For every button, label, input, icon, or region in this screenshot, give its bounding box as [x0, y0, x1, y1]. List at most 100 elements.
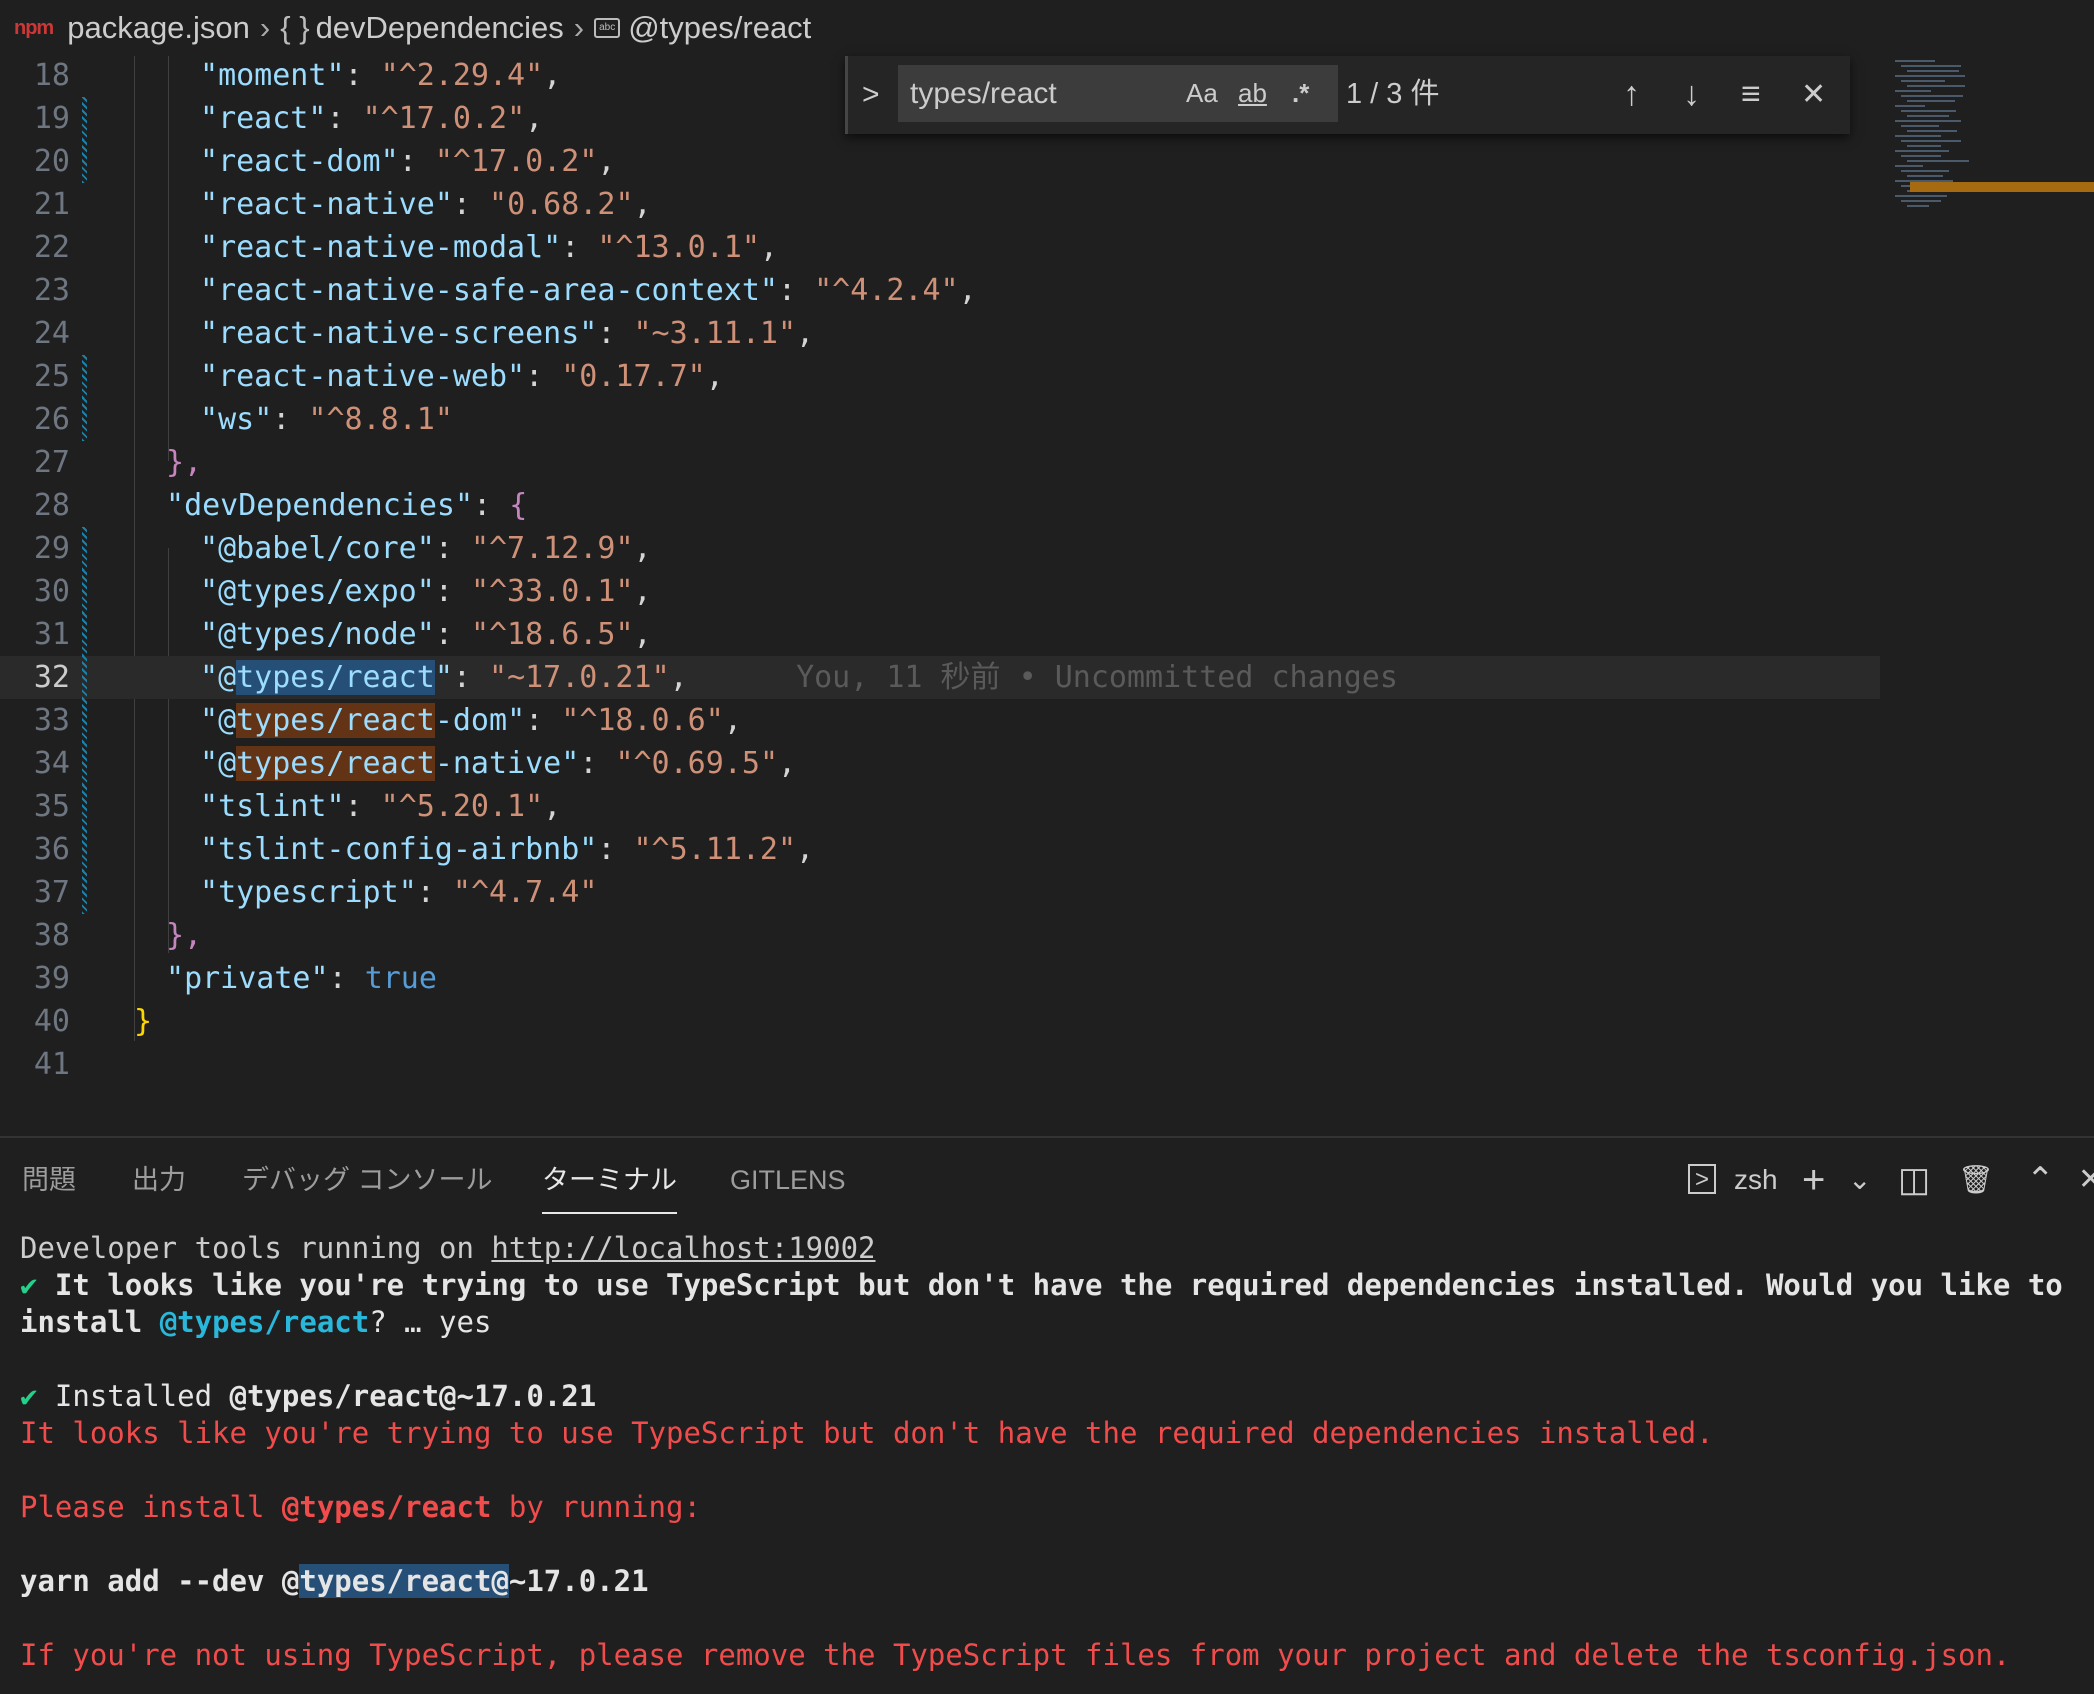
terminal-find-match: types/react@: [299, 1564, 509, 1598]
code-line[interactable]: 33 "@types/react-dom": "^18.0.6",: [0, 699, 1880, 742]
tab-gitlens[interactable]: GITLENS: [730, 1160, 846, 1200]
punctuation: ": [200, 660, 219, 695]
git-change-marker: [82, 871, 87, 914]
find-input[interactable]: types/react Aa ab .*: [898, 65, 1338, 122]
minimap-line: [1901, 95, 1963, 97]
punctuation: ,: [958, 273, 977, 308]
split-terminal-icon[interactable]: ◫: [1898, 1160, 1930, 1200]
code-line[interactable]: 34 "@types/react-native": "^0.69.5",: [0, 742, 1880, 785]
line-number: 39: [33, 961, 70, 996]
terminal-line: ✔ It looks like you're trying to use Typ…: [20, 1267, 2063, 1304]
punctuation: ": [200, 617, 219, 652]
code-line[interactable]: 21 "react-native": "0.68.2",: [0, 183, 1880, 226]
breadcrumb-section[interactable]: devDependencies: [316, 10, 564, 46]
panel-tabs: 問題 出力 デバッグ コンソール ターミナル GITLENS > zsh + ⌄…: [0, 1138, 2094, 1222]
punctuation: :: [525, 703, 562, 738]
code-line[interactable]: 23 "react-native-safe-area-context": "^4.…: [0, 269, 1880, 312]
json-string: ~17.0.21: [507, 660, 652, 695]
git-change-marker: [82, 527, 87, 570]
code-line[interactable]: 40}: [0, 1000, 1880, 1043]
terminal-text: Developer tools running on: [20, 1231, 492, 1265]
line-number: 27: [33, 445, 70, 480]
minimap-line: [1907, 100, 1955, 102]
punctuation: ": [380, 58, 399, 93]
code-line[interactable]: 30 "@types/expo": "^33.0.1",: [0, 570, 1880, 613]
code-line[interactable]: 26 "ws": "^8.8.1": [0, 398, 1880, 441]
punctuation: ": [434, 144, 453, 179]
code-line[interactable]: 22 "react-native-modal": "^13.0.1",: [0, 226, 1880, 269]
json-key: private: [184, 961, 311, 996]
code-editor[interactable]: 18 "moment": "^2.29.4", 19 "react": "^17.0.…: [0, 56, 2094, 1136]
tab-debug-console[interactable]: デバッグ コンソール: [242, 1160, 493, 1200]
close-icon[interactable]: ✕: [1801, 66, 1826, 123]
find-match: types/react: [236, 703, 435, 738]
minimap-line: [1895, 165, 1923, 167]
punctuation: ": [416, 531, 435, 566]
tab-terminal[interactable]: ターミナル: [542, 1160, 677, 1214]
code-line[interactable]: 28 "devDependencies": {: [0, 484, 1880, 527]
whole-word-icon[interactable]: ab: [1238, 65, 1267, 122]
punctuation: ": [507, 359, 526, 394]
match-case-icon[interactable]: Aa: [1186, 65, 1218, 122]
line-code: "react-native-web": "0.17.7",: [200, 355, 724, 398]
code-line[interactable]: 41: [0, 1043, 1880, 1086]
code-line[interactable]: 25 "react-native-web": "0.17.7",: [0, 355, 1880, 398]
json-key: @: [218, 660, 237, 695]
find-widget: > types/react Aa ab .* 1 / 3 件 ↑ ↓ ≡ ✕: [845, 56, 1850, 134]
punctuation: ,: [543, 789, 562, 824]
code-line[interactable]: 20 "react-dom": "^17.0.2",: [0, 140, 1880, 183]
arrow-down-icon[interactable]: ↓: [1683, 66, 1700, 123]
line-number: 40: [33, 1004, 70, 1039]
punctuation: :: [452, 660, 489, 695]
breadcrumb-leaf[interactable]: @types/react: [628, 10, 811, 46]
toggle-replace-icon[interactable]: >: [862, 66, 880, 123]
terminal-text: ? … yes: [369, 1305, 492, 1339]
minimap[interactable]: [1885, 56, 2094, 226]
punctuation: ": [651, 660, 670, 695]
tab-output[interactable]: 出力: [132, 1160, 186, 1200]
punctuation: ": [200, 101, 219, 136]
code-line[interactable]: 27},: [0, 441, 1880, 484]
line-code: "typescript": "^4.7.4": [200, 871, 597, 914]
punctuation: ": [380, 789, 399, 824]
terminal-link[interactable]: http://localhost:19002: [491, 1231, 875, 1265]
json-string: ^4.7.4: [470, 875, 580, 910]
code-line[interactable]: 36 "tslint-config-airbnb": "^5.11.2",: [0, 828, 1880, 871]
code-line[interactable]: 39 "private": true: [0, 957, 1880, 1000]
code-line[interactable]: 32 "@types/react": "~17.0.21", You, 11 秒前…: [0, 656, 1880, 699]
arrow-up-icon[interactable]: ↑: [1623, 66, 1640, 123]
punctuation: ": [741, 230, 760, 265]
git-change-marker: [82, 699, 87, 742]
line-number: 41: [33, 1047, 70, 1082]
punctuation: ": [434, 660, 453, 695]
code-line[interactable]: 37 "typescript": "^4.7.4": [0, 871, 1880, 914]
code-line[interactable]: 29 "@babel/core": "^7.12.9",: [0, 527, 1880, 570]
find-in-selection-icon[interactable]: ≡: [1741, 66, 1761, 123]
bracket: }: [134, 1004, 153, 1039]
terminal-text: ~17.0.21: [508, 1564, 649, 1598]
trash-icon[interactable]: 🗑: [1958, 1160, 1994, 1200]
new-terminal-icon[interactable]: +: [1802, 1160, 1825, 1200]
json-string: ^33.0.1: [489, 574, 616, 609]
regex-icon[interactable]: .*: [1292, 65, 1309, 122]
punctuation: ": [362, 101, 381, 136]
code-line[interactable]: 31 "@types/node": "^18.6.5",: [0, 613, 1880, 656]
breadcrumb-file[interactable]: package.json: [67, 10, 250, 46]
json-key: @types/expo: [218, 574, 417, 609]
terminal-shell-name[interactable]: zsh: [1734, 1160, 1778, 1200]
punctuation: ": [166, 961, 185, 996]
code-line[interactable]: 38},: [0, 914, 1880, 957]
chevron-down-icon[interactable]: ⌄: [1848, 1160, 1871, 1200]
find-query: types/react: [910, 77, 1057, 110]
code-line[interactable]: 35 "tslint": "^5.20.1",: [0, 785, 1880, 828]
line-code: }: [134, 1000, 152, 1043]
line-code: "moment": "^2.29.4",: [200, 56, 561, 97]
minimap-line: [1901, 110, 1956, 112]
punctuation: ": [687, 359, 706, 394]
tab-problems[interactable]: 問題: [22, 1160, 76, 1200]
code-line[interactable]: 24 "react-native-screens": "~3.11.1",: [0, 312, 1880, 355]
maximize-panel-icon[interactable]: ⌃: [2026, 1160, 2055, 1200]
punctuation: ": [543, 230, 562, 265]
line-code: "ws": "^8.8.1": [200, 398, 453, 441]
close-panel-icon[interactable]: ✕: [2078, 1160, 2094, 1200]
